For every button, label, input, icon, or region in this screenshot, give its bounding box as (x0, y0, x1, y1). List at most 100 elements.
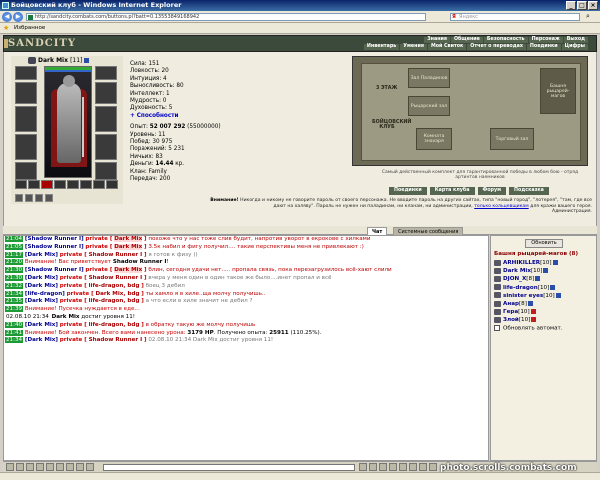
forum-button[interactable]: Форум (477, 187, 507, 195)
menu-security[interactable]: Безопасность (483, 37, 528, 43)
user-name[interactable]: Dark Mix (503, 268, 531, 274)
msg-target[interactable]: Shadow Runner I (89, 337, 143, 343)
menu-inventory[interactable]: Инвентарь (363, 44, 400, 50)
menu-knowledge[interactable]: Знания (424, 37, 450, 43)
belt-item-6[interactable] (80, 180, 92, 189)
weapon-slot[interactable] (15, 106, 37, 132)
list-item[interactable]: Анар[8] (494, 300, 596, 308)
amulet-slot[interactable] (15, 82, 37, 104)
toolbar-icon[interactable] (389, 463, 397, 471)
msg-time[interactable]: 21:40 (5, 321, 24, 328)
belt-item-2[interactable] (28, 180, 40, 189)
msg-time[interactable]: 21:39 (5, 306, 24, 313)
msg-target[interactable]: Shadow Runner I (89, 275, 143, 281)
menu-skills[interactable]: Умения (400, 44, 427, 50)
msg-time[interactable]: 21:17 (5, 251, 24, 258)
msg-time[interactable]: 21:41 (5, 329, 24, 336)
toolbar-icon[interactable] (76, 463, 84, 471)
info-icon[interactable] (550, 284, 556, 290)
earring-slot[interactable] (95, 66, 117, 80)
msg-nick[interactable]: [Dark Mix] (25, 252, 58, 258)
gloves-slot[interactable] (95, 82, 117, 104)
msg-nick[interactable]: [Dark Mix] (25, 298, 58, 304)
belt-item-3[interactable] (41, 180, 53, 189)
menu-duels[interactable]: Поединки (526, 44, 561, 50)
user-name[interactable]: ARHIKILLER (503, 260, 540, 266)
toolbar-icon[interactable] (56, 463, 64, 471)
effect-icon-3[interactable] (35, 194, 43, 202)
search-icon[interactable]: ⌕ (583, 13, 593, 21)
msg-time[interactable]: 21:34 (5, 290, 24, 297)
toolbar-icon[interactable] (46, 463, 54, 471)
belt-slot[interactable] (15, 162, 37, 180)
msg-nick[interactable]: [Dark Mix] (25, 337, 58, 343)
map-room-trade[interactable]: Торговый зал (490, 128, 534, 150)
msg-time[interactable]: 21:20 (5, 259, 24, 266)
toolbar-icon[interactable] (369, 463, 377, 471)
user-name[interactable]: life-dragon (503, 285, 538, 291)
msg-time[interactable]: 21:30 (5, 267, 24, 274)
list-item[interactable]: Гера[10] (494, 308, 596, 316)
msg-time[interactable]: 21:35 (5, 298, 24, 305)
msg-nick[interactable]: [life-dragon] (25, 291, 65, 297)
refresh-button[interactable]: Обновить (525, 239, 563, 248)
list-item[interactable]: life-dragon[10] (494, 284, 596, 292)
menu-exit[interactable]: Выход (563, 37, 588, 43)
msg-nick[interactable]: [Dark Mix] (25, 275, 58, 281)
info-icon[interactable] (552, 260, 558, 265)
toolbar-icon[interactable] (379, 463, 387, 471)
effect-icon-2[interactable] (25, 194, 33, 202)
hint-button[interactable]: Подсказка (509, 187, 549, 195)
favorites-star-icon[interactable]: ★ (3, 25, 9, 32)
belt-item-8[interactable] (106, 180, 118, 189)
warning-link[interactable]: только кольцевщикам (474, 204, 528, 209)
info-icon[interactable] (531, 317, 537, 323)
belt-item-7[interactable] (93, 180, 105, 189)
map-room-paladins[interactable]: Зал Паладинов (408, 68, 450, 88)
info-icon[interactable] (527, 301, 533, 307)
toolbar-icon[interactable] (409, 463, 417, 471)
menu-character[interactable]: Персонаж (528, 37, 563, 43)
map-room-knights[interactable]: Рыцарский зал (408, 96, 450, 116)
favorites-label[interactable]: Избранное (14, 25, 45, 31)
list-item[interactable]: Злой[10] (494, 316, 596, 324)
toolbar-icon[interactable] (429, 463, 437, 471)
msg-nick[interactable]: Dark Mix (52, 314, 80, 320)
search-input[interactable]: Я Яндекс (450, 13, 580, 21)
list-item[interactable]: DJON_X[8] (494, 275, 596, 283)
user-name[interactable]: Злой (503, 317, 519, 323)
msg-target[interactable]: Dark Mix (114, 267, 143, 274)
belt-item-1[interactable] (15, 180, 27, 189)
toolbar-icon[interactable] (6, 463, 14, 471)
msg-nick[interactable]: [Dark Mix] (25, 283, 58, 289)
minimize-icon[interactable]: _ (566, 1, 576, 10)
map-room-tower[interactable]: Башня рыцарей-магов (540, 68, 576, 114)
msg-target[interactable]: Dark Mix, bdg (95, 291, 139, 297)
character-figure[interactable] (44, 66, 92, 178)
msg-target[interactable]: Shadow Runner I (89, 252, 143, 258)
duels-button[interactable]: Поединки (389, 187, 427, 195)
abilities-link[interactable]: + Способности (130, 113, 350, 120)
info-icon[interactable] (84, 58, 90, 63)
toolbar-icon[interactable] (399, 463, 407, 471)
toolbar-icon[interactable] (26, 463, 34, 471)
msg-time[interactable]: 21:05 (5, 243, 24, 250)
armor-slot[interactable] (15, 134, 37, 160)
msg-nick[interactable]: [Shadow Runner I] (25, 244, 84, 250)
menu-communication[interactable]: Общение (450, 37, 483, 43)
auto-update-checkbox[interactable] (494, 325, 500, 331)
list-item[interactable]: Dark Mix[10] (494, 267, 596, 275)
msg-nick[interactable]: [Shadow Runner I] (25, 236, 84, 242)
toolbar-icon[interactable] (66, 463, 74, 471)
msg-time[interactable]: 21:34 (5, 337, 24, 344)
ring-slot[interactable] (95, 134, 117, 160)
address-bar[interactable]: http://sandcity.combats.com/buttons.pl?b… (26, 13, 426, 21)
msg-who[interactable]: Shadow Runner I (113, 259, 167, 265)
info-icon[interactable] (530, 309, 536, 315)
effect-icon-1[interactable] (15, 194, 23, 202)
list-item[interactable]: sinister eyes[10] (494, 292, 596, 300)
msg-nick[interactable]: [Shadow Runner I] (25, 267, 84, 273)
back-icon[interactable]: ◀ (2, 12, 12, 22)
info-icon[interactable] (535, 276, 541, 282)
maximize-icon[interactable]: □ (577, 1, 587, 10)
